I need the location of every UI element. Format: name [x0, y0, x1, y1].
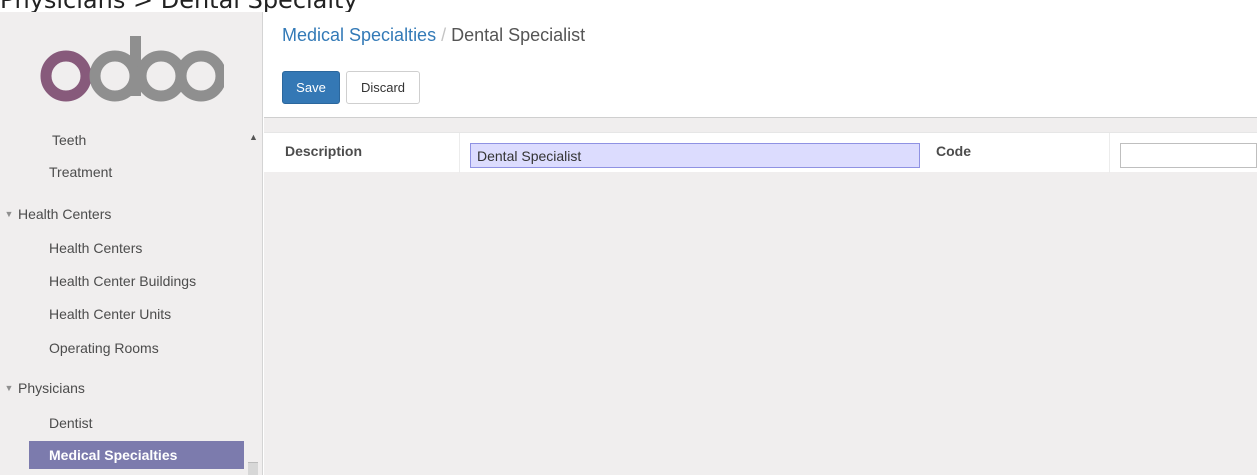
sidebar-item-health-center-buildings[interactable]: Health Center Buildings [49, 273, 196, 289]
top-caption-strip: Physicians > Dental Specialty [0, 0, 1257, 12]
code-label: Code [936, 143, 971, 159]
sidebar-section-health-centers[interactable]: ▼ Health Centers [0, 206, 112, 222]
discard-button[interactable]: Discard [346, 71, 420, 104]
breadcrumb-separator: / [441, 25, 447, 45]
sidebar-item-teeth[interactable]: Teeth [52, 132, 86, 148]
save-button[interactable]: Save [282, 71, 340, 104]
form-row: Description Code [264, 132, 1257, 173]
scroll-up-arrow-icon[interactable]: ▲ [249, 132, 258, 142]
column-divider [459, 133, 460, 173]
description-input[interactable] [470, 143, 920, 168]
main-content: Medical Specialties / Dental Specialist Sa… [264, 12, 1257, 475]
caret-down-icon: ▼ [4, 209, 14, 219]
sidebar-item-medical-specialties[interactable]: Medical Specialties [29, 441, 244, 469]
top-caption-text: Physicians > Dental Specialty [0, 0, 358, 12]
column-divider [1109, 133, 1110, 173]
sidebar-item-health-center-units[interactable]: Health Center Units [49, 306, 171, 322]
code-input[interactable] [1120, 143, 1257, 168]
breadcrumb-current: Dental Specialist [451, 25, 586, 45]
breadcrumb-parent-link[interactable]: Medical Specialties [282, 25, 436, 45]
sidebar-section-label: Physicians [18, 380, 85, 396]
sidebar-section-label: Health Centers [18, 206, 112, 222]
sidebar-scrollbar[interactable]: ▲ [244, 132, 262, 475]
sidebar-item-dentist[interactable]: Dentist [49, 415, 93, 431]
caret-down-icon: ▼ [4, 383, 14, 393]
odoo-logo-icon [40, 36, 224, 102]
sidebar-item-treatment[interactable]: Treatment [49, 164, 112, 180]
description-label: Description [285, 143, 363, 159]
control-panel: Medical Specialties / Dental Specialist Sa… [264, 12, 1257, 118]
sidebar: odoo Teeth Treatment ▼Health Centers Hea… [0, 12, 263, 475]
sidebar-section-physicians[interactable]: ▼ Physicians [0, 380, 85, 396]
scrollbar-thumb[interactable] [248, 462, 258, 475]
sidebar-item-health-centers[interactable]: Health Centers [49, 240, 142, 256]
breadcrumb: Medical Specialties / Dental Specialist [282, 25, 585, 46]
sidebar-item-operating-rooms[interactable]: Operating Rooms [49, 340, 159, 356]
